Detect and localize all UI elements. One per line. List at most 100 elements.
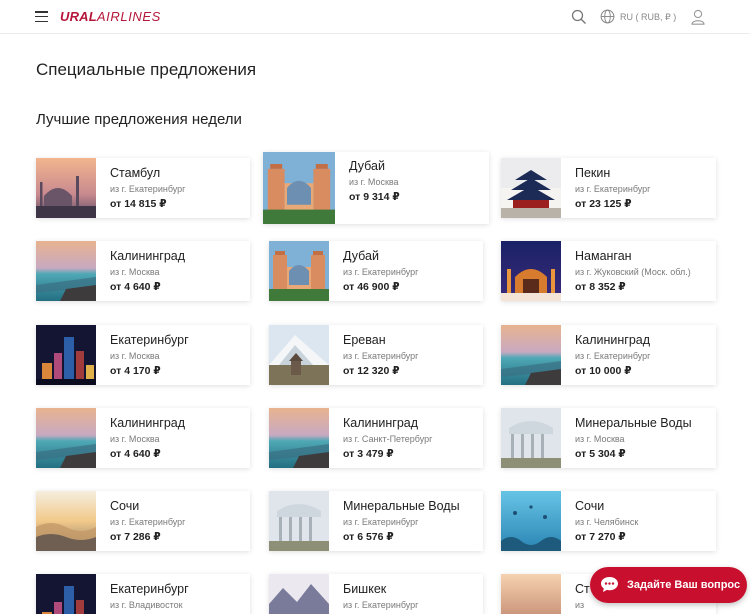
offer-price: от 46 900 ₽ <box>343 281 400 293</box>
offer-origin: из г. Екатеринбург <box>343 600 419 610</box>
offer-card[interactable]: Сочи из г. Екатеринбург от 7 286 ₽ <box>36 491 250 551</box>
kaliningrad-sea-sunset-image <box>501 325 561 385</box>
sochi-sea-waves-image <box>36 491 96 551</box>
offer-city: Екатеринбург <box>110 582 189 596</box>
offer-price: от 23 125 ₽ <box>575 198 632 210</box>
yekaterinburg-night-city-image <box>36 574 96 614</box>
offer-city: Стамбул <box>110 166 161 180</box>
offer-city: Дубай <box>349 159 385 173</box>
kaliningrad-sea-sunset-image <box>36 408 96 468</box>
offer-origin: из г. Москва <box>110 351 160 361</box>
offer-origin: из г. Москва <box>575 434 625 444</box>
offer-city: Минеральные Воды <box>575 416 692 430</box>
offer-card[interactable]: Наманган из г. Жуковский (Моск. обл.) от 8… <box>501 241 716 301</box>
offer-city: Екатеринбург <box>110 333 189 347</box>
sochi-underwater-image <box>501 491 561 551</box>
offer-origin: из г. Москва <box>349 177 399 187</box>
offer-price: от 9 314 ₽ <box>349 191 400 203</box>
offer-image <box>36 491 96 551</box>
offer-card[interactable]: Ереван из г. Екатеринбург от 12 320 ₽ <box>269 325 483 385</box>
yerevan-ararat-mountain-image <box>269 325 329 385</box>
offer-card[interactable]: Калининград из г. Санкт-Петербург от 3 479… <box>269 408 483 468</box>
offer-image <box>501 241 561 301</box>
offer-card[interactable]: Минеральные Воды из г. Москва от 5 304 ₽ <box>501 408 716 468</box>
offer-city: Сочи <box>575 499 605 513</box>
offer-origin: из г. Екатеринбург <box>343 351 419 361</box>
kaliningrad-sea-sunset-image <box>36 241 96 301</box>
offer-origin: из г. Екатеринбург <box>110 517 186 527</box>
offer-city: Калининград <box>110 416 186 430</box>
offer-price: от 12 320 ₽ <box>343 365 400 377</box>
offer-price: от 4 640 ₽ <box>110 448 161 460</box>
offer-origin: из г. Жуковский (Моск. обл.) <box>575 267 691 277</box>
offer-image <box>269 241 329 301</box>
offer-city: Наманган <box>575 249 632 263</box>
istanbul-mosque-sunset-image <box>36 158 96 218</box>
offer-card[interactable]: Калининград из г. Москва от 4 640 ₽ <box>36 408 250 468</box>
offer-image <box>269 574 329 614</box>
offer-image <box>501 325 561 385</box>
offer-city: Калининград <box>575 333 651 347</box>
offer-image <box>36 241 96 301</box>
offer-price: от 7 286 ₽ <box>110 531 161 543</box>
offer-origin: из г. Екатеринбург <box>343 517 419 527</box>
offer-price: от 7 270 ₽ <box>575 531 626 543</box>
offer-image <box>269 491 329 551</box>
offer-city: Минеральные Воды <box>343 499 460 513</box>
stavropol-sunset-image <box>501 574 561 614</box>
offer-image <box>36 574 96 614</box>
offer-origin: из г. Москва <box>110 267 160 277</box>
offer-image <box>269 408 329 468</box>
offer-origin: из г. Екатеринбург <box>110 184 186 194</box>
offer-city: Пекин <box>575 166 611 180</box>
offer-origin: из г. Екатеринбург <box>575 351 651 361</box>
offer-city: Ереван <box>343 333 386 347</box>
offer-price: от 14 815 ₽ <box>110 198 167 210</box>
offer-city: Дубай <box>343 249 379 263</box>
offer-price: от 4 170 ₽ <box>110 365 161 377</box>
offer-card[interactable]: Екатеринбург из г. Владивосток <box>36 574 250 614</box>
offer-card[interactable]: Бишкек из г. Екатеринбург <box>269 574 483 614</box>
offer-card[interactable]: Минеральные Воды из г. Екатеринбург от 6 5… <box>269 491 483 551</box>
ask-question-button[interactable]: Задайте Ваш вопрос <box>590 567 747 603</box>
offer-price: от 3 479 ₽ <box>343 448 394 460</box>
offer-card[interactable]: Пекин из г. Екатеринбург от 23 125 ₽ <box>501 158 716 218</box>
mineralnye-vody-colonnade-image <box>501 408 561 468</box>
offer-origin: из г. Челябинск <box>575 517 639 527</box>
offer-card[interactable]: Дубай из г. Екатеринбург от 46 900 ₽ <box>269 241 483 301</box>
namangan-night-madrasa-image <box>501 241 561 301</box>
offer-image <box>501 491 561 551</box>
offer-card[interactable]: Сочи из г. Челябинск от 7 270 ₽ <box>501 491 716 551</box>
offer-origin: из г. Екатеринбург <box>575 184 651 194</box>
offer-price: от 8 352 ₽ <box>575 281 626 293</box>
offer-price: от 6 576 ₽ <box>343 531 394 543</box>
offer-image <box>36 408 96 468</box>
offer-card[interactable]: Калининград из г. Москва от 4 640 ₽ <box>36 241 250 301</box>
offer-price: от 4 640 ₽ <box>110 281 161 293</box>
offer-city: Бишкек <box>343 582 387 596</box>
offer-origin: из г. Владивосток <box>110 600 183 610</box>
offer-card[interactable]: Дубай из г. Москва от 9 314 ₽ <box>263 152 489 224</box>
offer-card[interactable]: Екатеринбург из г. Москва от 4 170 ₽ <box>36 325 250 385</box>
beijing-temple-of-heaven-image <box>501 158 561 218</box>
offer-origin: из г. Екатеринбург <box>343 267 419 277</box>
offer-card[interactable]: Стамбул из г. Екатеринбург от 14 815 ₽ <box>36 158 250 218</box>
offer-city: Калининград <box>110 249 186 263</box>
kaliningrad-sea-sunset-image <box>269 408 329 468</box>
offer-image <box>501 574 561 614</box>
ask-question-label: Задайте Ваш вопрос <box>627 579 741 591</box>
chat-bubble-icon <box>601 577 618 592</box>
mineralnye-vody-colonnade-image <box>269 491 329 551</box>
offer-image <box>269 325 329 385</box>
offer-price: от 5 304 ₽ <box>575 448 626 460</box>
offer-origin: из г. Санкт-Петербург <box>343 434 433 444</box>
offer-city: Калининград <box>343 416 419 430</box>
offers-grid: Стамбул из г. Екатеринбург от 14 815 ₽ Дуб… <box>0 0 750 614</box>
offer-origin: из г. Москва <box>110 434 160 444</box>
offer-image <box>501 408 561 468</box>
offer-image <box>501 158 561 218</box>
offer-city: Сочи <box>110 499 140 513</box>
dubai-atlantis-hotel-image <box>269 241 329 301</box>
offer-card[interactable]: Калининград из г. Екатеринбург от 10 000 ₽ <box>501 325 716 385</box>
yekaterinburg-night-city-image <box>36 325 96 385</box>
